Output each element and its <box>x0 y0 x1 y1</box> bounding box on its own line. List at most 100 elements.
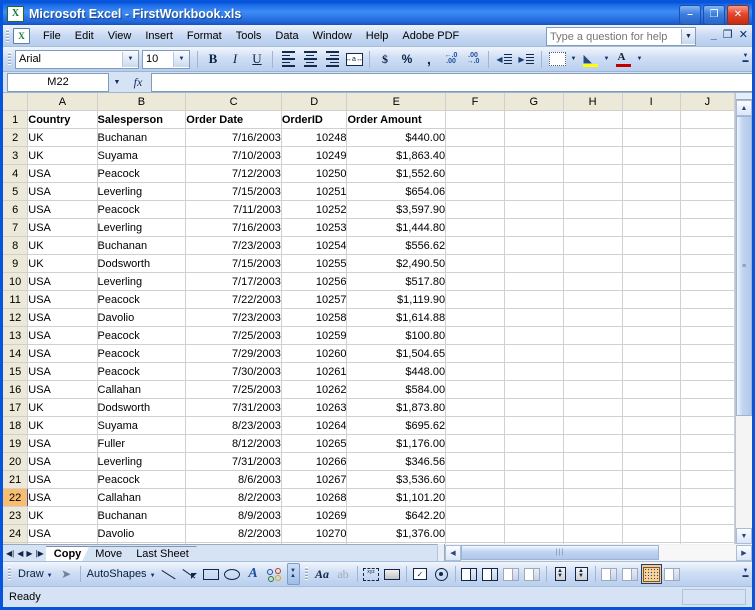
table-row[interactable]: 16 USA Callahan 7/25/2003 10262 $584.00 <box>3 380 736 399</box>
cell-f16[interactable] <box>445 380 505 399</box>
cell-j24[interactable] <box>680 524 736 543</box>
tab-split-handle[interactable] <box>438 544 445 561</box>
cell-a20[interactable]: USA <box>27 452 98 471</box>
cell-e9[interactable]: $2,490.50 <box>346 254 447 273</box>
cell-g14[interactable] <box>504 344 564 363</box>
cell-f24[interactable] <box>445 524 505 543</box>
merge-and-center-button[interactable]: ↔a↔ <box>343 49 365 70</box>
cell-g13[interactable] <box>504 326 564 345</box>
list-box-button[interactable] <box>459 564 480 584</box>
cell-i3[interactable] <box>622 146 681 165</box>
cell-d4[interactable]: 10250 <box>281 164 348 183</box>
cell-e5[interactable]: $654.06 <box>346 182 447 201</box>
cell-d8[interactable]: 10254 <box>281 236 348 255</box>
cell-b5[interactable]: Leverling <box>97 182 187 201</box>
insert-function-icon[interactable]: fx <box>125 75 151 90</box>
toolbar-options-button[interactable]: ▼ ▬ <box>740 50 751 68</box>
menu-item-tools[interactable]: Tools <box>229 28 269 44</box>
cell-c19[interactable]: 8/12/2003 <box>185 434 282 453</box>
cell-i18[interactable] <box>622 416 681 435</box>
row-header-6[interactable]: 6 <box>3 200 29 219</box>
cell-f17[interactable] <box>445 398 505 417</box>
cell-f3[interactable] <box>445 146 505 165</box>
cell-g18[interactable] <box>504 416 564 435</box>
insert-clipart-button[interactable] <box>264 564 285 584</box>
table-row[interactable]: 7 USA Leverling 7/16/2003 10253 $1,444.80 <box>3 218 736 237</box>
cell-c4[interactable]: 7/12/2003 <box>185 164 282 183</box>
cell-d13[interactable]: 10259 <box>281 326 348 345</box>
cell-i8[interactable] <box>622 236 681 255</box>
cell-d16[interactable]: 10262 <box>281 380 348 399</box>
cell-c12[interactable]: 7/23/2003 <box>185 308 282 327</box>
insert-wordart-button[interactable]: A <box>243 564 264 584</box>
scroll-left-button[interactable]: ◀ <box>445 544 461 561</box>
vertical-scroll-track[interactable] <box>736 416 752 528</box>
cell-d20[interactable]: 10266 <box>281 452 348 471</box>
cell-b3[interactable]: Suyama <box>97 146 187 165</box>
cell-i16[interactable] <box>622 380 681 399</box>
table-row[interactable]: 6 USA Peacock 7/11/2003 10252 $3,597.90 <box>3 200 736 219</box>
fill-color-button[interactable]: ◣ <box>579 49 601 70</box>
cell-h3[interactable] <box>563 146 623 165</box>
underline-button[interactable]: U <box>246 49 268 70</box>
align-left-button[interactable] <box>277 49 299 70</box>
cell-j4[interactable] <box>680 164 736 183</box>
row-header-5[interactable]: 5 <box>3 182 29 201</box>
close-button[interactable]: ✕ <box>727 5 749 25</box>
cell-j22[interactable] <box>680 488 736 507</box>
cell-d11[interactable]: 10257 <box>281 290 348 309</box>
cell-i23[interactable] <box>622 506 681 525</box>
cell-b18[interactable]: Suyama <box>97 416 187 435</box>
cell-j10[interactable] <box>680 272 736 291</box>
cell-c20[interactable]: 7/31/2003 <box>185 452 282 471</box>
cell-b14[interactable]: Peacock <box>97 344 187 363</box>
cell-a4[interactable]: USA <box>27 164 98 183</box>
cell-c3[interactable]: 7/10/2003 <box>185 146 282 165</box>
table-row[interactable]: 1 Country Salesperson Order Date OrderID… <box>3 110 736 129</box>
cell-d17[interactable]: 10263 <box>281 398 348 417</box>
cell-e16[interactable]: $584.00 <box>346 380 447 399</box>
column-header-c[interactable]: C <box>185 93 282 111</box>
cell-j17[interactable] <box>680 398 736 417</box>
cell-g16[interactable] <box>504 380 564 399</box>
table-row[interactable]: 17 UK Dodsworth 7/31/2003 10263 $1,873.80 <box>3 398 736 417</box>
cell-b22[interactable]: Callahan <box>97 488 187 507</box>
row-header-10[interactable]: 10 <box>3 272 29 291</box>
first-sheet-button[interactable]: ◀| <box>6 549 14 558</box>
font-color-dropdown[interactable]: ▼ <box>634 49 645 70</box>
cell-b19[interactable]: Fuller <box>97 434 187 453</box>
cell-c16[interactable]: 7/25/2003 <box>185 380 282 399</box>
column-header-e[interactable]: E <box>346 93 447 111</box>
cell-j7[interactable] <box>680 218 736 237</box>
cell-e14[interactable]: $1,504.65 <box>346 344 447 363</box>
cell-g11[interactable] <box>504 290 564 309</box>
column-header-a[interactable]: A <box>27 93 98 111</box>
table-row[interactable]: 19 USA Fuller 8/12/2003 10265 $1,176.00 <box>3 434 736 453</box>
cell-j23[interactable] <box>680 506 736 525</box>
cell-j19[interactable] <box>680 434 736 453</box>
table-row[interactable]: 22 USA Callahan 8/2/2003 10268 $1,101.20 <box>3 488 736 507</box>
table-row[interactable]: 15 USA Peacock 7/30/2003 10261 $448.00 <box>3 362 736 381</box>
cell-f22[interactable] <box>445 488 505 507</box>
cell-a13[interactable]: USA <box>27 326 98 345</box>
cell-f14[interactable] <box>445 344 505 363</box>
row-header-23[interactable]: 23 <box>3 506 29 525</box>
cell-f11[interactable] <box>445 290 505 309</box>
cell-f10[interactable] <box>445 272 505 291</box>
cell-h7[interactable] <box>563 218 623 237</box>
row-header-4[interactable]: 4 <box>3 164 29 183</box>
cell-b7[interactable]: Leverling <box>97 218 187 237</box>
align-center-button[interactable] <box>299 49 321 70</box>
arrow-button[interactable] <box>180 564 201 584</box>
cell-h13[interactable] <box>563 326 623 345</box>
cell-i21[interactable] <box>622 470 681 489</box>
cell-i12[interactable] <box>622 308 681 327</box>
font-size-combo[interactable]: 10 ▼ <box>142 49 190 69</box>
vertical-scroll-thumb[interactable]: ≡ <box>736 116 752 416</box>
scroll-down-button[interactable]: ▼ <box>736 528 752 544</box>
cell-c22[interactable]: 8/2/2003 <box>185 488 282 507</box>
cell-b9[interactable]: Dodsworth <box>97 254 187 273</box>
autoshapes-menu-button[interactable]: AutoShapes ▼ <box>84 568 159 580</box>
cell-b8[interactable]: Buchanan <box>97 236 187 255</box>
cell-h16[interactable] <box>563 380 623 399</box>
